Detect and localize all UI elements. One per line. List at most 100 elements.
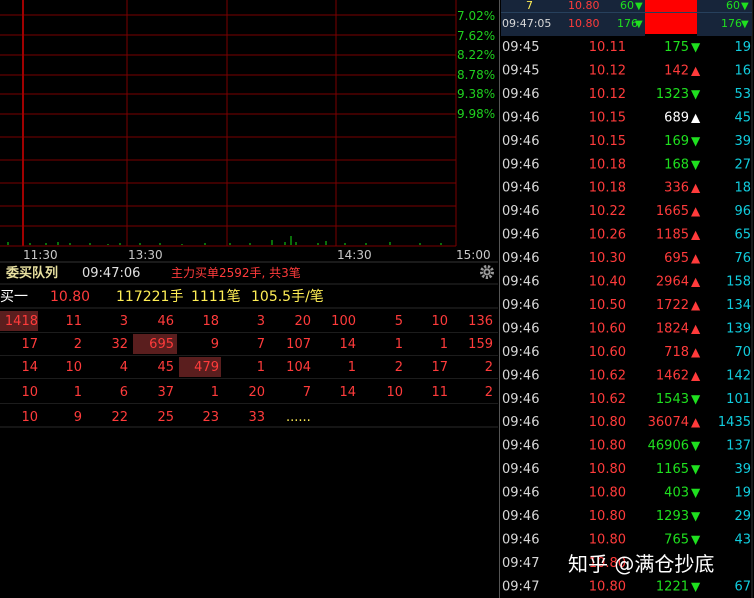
- tick-price: 10.80: [589, 415, 626, 430]
- tick-price: 10.80: [589, 509, 626, 524]
- arrow-up-icon: ▲: [691, 110, 701, 124]
- tick-row[interactable]: 09:45 10.12 142 ▲ 16: [502, 63, 751, 78]
- tick-row[interactable]: 09:46 10.62 1462 ▲ 142: [502, 368, 751, 383]
- tick-order-count: 139: [726, 321, 751, 336]
- tick-time: 09:46: [502, 181, 539, 196]
- tick-order-count: 29: [734, 509, 751, 524]
- tick-volume: 1824: [656, 321, 689, 336]
- tick-time: 09:46: [502, 275, 539, 290]
- tick-row[interactable]: 09:46 10.26 1185 ▲ 65: [502, 228, 751, 243]
- trading-canvas: 7.02% 7.62% 8.22% 8.78% 9.38% 9.98% 11:3…: [0, 0, 753, 598]
- tick-time: 09:46: [502, 392, 539, 407]
- tick-volume: 1165: [656, 462, 689, 477]
- tick-row[interactable]: 09:46 10.22 1665 ▲ 96: [502, 204, 751, 219]
- tick-row[interactable]: 09:46 10.80 46906 ▼ 137: [502, 439, 751, 454]
- queue-order-cell: 10: [431, 314, 448, 329]
- tick-volume: 1543: [656, 392, 689, 407]
- queue-title[interactable]: 委买队列: [5, 265, 58, 281]
- queue-order-cell: 23: [202, 410, 219, 425]
- tick-price: 10.30: [589, 251, 626, 266]
- tick-order-count: 101: [726, 392, 751, 407]
- tick-time: 09:46: [502, 509, 539, 524]
- queue-order-cell: 45: [157, 360, 174, 375]
- tick-row[interactable]: 09:46 10.15 169 ▼ 39: [502, 134, 751, 149]
- tick-trades-list[interactable]: 09:45 10.11 175 ▼ 1909:45 10.12 142 ▲ 1609:46 10.…: [502, 40, 751, 594]
- tick-price: 10.26: [589, 228, 626, 243]
- buy-queue-panel: 委买队列 09:47:06 主力买单2592手, 共3笔 买一 10.80 11…: [0, 261, 498, 428]
- tick-volume: 1722: [656, 298, 689, 313]
- tick-order-count: 65: [734, 228, 751, 243]
- tick-price: 10.62: [589, 368, 626, 383]
- tick-row[interactable]: 09:46 10.30 695 ▲ 76: [502, 251, 751, 266]
- tick-row[interactable]: 09:46 10.18 336 ▲ 18: [502, 181, 751, 196]
- top-price: 10.80: [568, 0, 600, 12]
- intraday-chart[interactable]: 7.02% 7.62% 8.22% 8.78% 9.38% 9.98% 11:3…: [0, 0, 495, 262]
- queue-order-cell: 33: [248, 410, 265, 425]
- queue-order-cell: 159: [468, 337, 493, 352]
- arrow-down-icon: ▼: [691, 579, 701, 593]
- arrow-down-icon: ▼: [691, 87, 701, 101]
- tick-row[interactable]: 09:46 10.50 1722 ▲ 134: [502, 298, 751, 313]
- arrow-down-icon: ▼: [691, 392, 701, 406]
- queue-order-cell: 136: [468, 314, 493, 329]
- tick-time: 09:47: [502, 579, 539, 594]
- tick-order-count: 18: [734, 181, 751, 196]
- tick-row[interactable]: 09:46 10.80 1293 ▼ 29: [502, 509, 751, 524]
- tick-row[interactable]: 09:46 10.60 1824 ▲ 139: [502, 321, 751, 336]
- tick-row[interactable]: 09:46 10.80 36074 ▲ 1435: [502, 415, 751, 430]
- queue-order-cell: 100: [331, 314, 356, 329]
- tick-price: 10.15: [589, 110, 626, 125]
- queue-grid: 1418 11 3 46 18 3 20 100 5 10 13617 2 32 695 9 7 107 14 1 1…: [0, 314, 498, 425]
- tick-row[interactable]: 09:46 10.40 2964 ▲ 158: [502, 275, 751, 290]
- queue-order-cell: ......: [286, 410, 311, 425]
- tick-time: 09:46: [502, 415, 539, 430]
- tick-order-count: 137: [726, 439, 751, 454]
- tick-row[interactable]: 09:46 10.62 1543 ▼ 101: [502, 392, 751, 407]
- arrow-down-icon: ▼: [635, 1, 643, 12]
- time-label: 15:00: [456, 248, 491, 262]
- tick-time: 09:45: [502, 63, 539, 78]
- arrow-down-icon: ▼: [691, 134, 701, 148]
- tick-row[interactable]: 09:46 10.80 403 ▼ 19: [502, 486, 751, 501]
- tick-volume: 718: [664, 345, 689, 360]
- queue-order-cell: 14: [339, 337, 356, 352]
- tick-row[interactable]: 09:46 10.80 1165 ▼ 39: [502, 462, 751, 477]
- pct-label: 7.02%: [457, 9, 495, 23]
- arrow-up-icon: ▲: [691, 251, 701, 265]
- tick-price: 10.18: [589, 157, 626, 172]
- arrow-up-icon: ▲: [691, 415, 701, 429]
- tick-price: 10.60: [589, 321, 626, 336]
- tick-row[interactable]: 09:46 10.18 168 ▼ 27: [502, 157, 751, 172]
- tick-price: 10.80: [589, 579, 626, 594]
- tick-volume: 169: [664, 134, 689, 149]
- tick-time: 09:46: [502, 298, 539, 313]
- queue-order-cell: 22: [111, 410, 128, 425]
- queue-order-cell: 3: [257, 314, 265, 329]
- pct-label: 9.38%: [457, 87, 495, 101]
- tick-order-count: 43: [734, 532, 751, 547]
- queue-order-cell: 10: [21, 385, 38, 400]
- tick-volume: 1323: [656, 87, 689, 102]
- gear-icon[interactable]: [480, 265, 494, 279]
- queue-order-cell: 7: [257, 337, 265, 352]
- tick-row[interactable]: 09:46 10.80 765 ▼ 43: [502, 532, 751, 547]
- time-axis: 11:30 13:30 14:30 15:00: [23, 248, 491, 262]
- tick-row[interactable]: 09:47 10.80 1221 ▼ 67: [502, 579, 751, 594]
- arrow-down-icon: ▼: [691, 462, 701, 476]
- tick-price: 10.80: [589, 462, 626, 477]
- tick-row[interactable]: 09:45 10.11 175 ▼ 19: [502, 40, 751, 55]
- queue-order-cell: 2: [395, 360, 403, 375]
- queue-order-cell: 10: [65, 360, 82, 375]
- tick-time: 09:46: [502, 204, 539, 219]
- tick-row[interactable]: 09:46 10.60 718 ▲ 70: [502, 345, 751, 360]
- top-time: 09:47:05: [502, 17, 551, 30]
- tick-order-count: 27: [734, 157, 751, 172]
- queue-order-cell: 32: [111, 337, 128, 352]
- tick-volume: 1293: [656, 509, 689, 524]
- arrow-up-icon: ▲: [691, 321, 701, 335]
- arrow-down-icon: ▼: [691, 486, 701, 500]
- tick-order-count: 76: [734, 251, 751, 266]
- tick-row[interactable]: 09:46 10.15 689 ▲ 45: [502, 110, 751, 125]
- tick-row[interactable]: 09:46 10.12 1323 ▼ 53: [502, 87, 751, 102]
- chart-background: [0, 0, 456, 246]
